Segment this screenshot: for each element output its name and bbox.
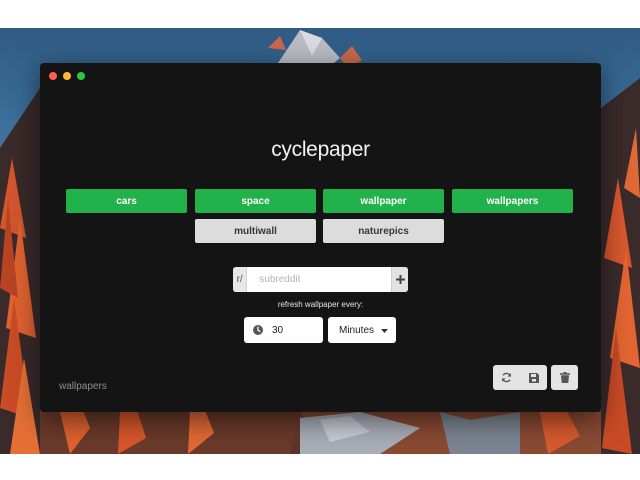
trash-icon — [559, 372, 570, 383]
refresh-label: refresh wallpaper every: — [277, 300, 364, 309]
refresh-button[interactable] — [493, 365, 520, 390]
save-icon — [528, 372, 539, 383]
subreddit-wallpaper-button[interactable]: wallpaper — [323, 189, 444, 213]
current-wallpaper-label: wallpapers — [59, 381, 107, 392]
subreddit-cars-button[interactable]: cars — [66, 189, 187, 213]
plus-icon — [395, 275, 405, 284]
refresh-unit-select[interactable]: Minutes — [328, 317, 396, 343]
subreddit-prefix: r/ — [233, 267, 248, 292]
wallpaper-actions-group — [493, 365, 547, 390]
caret-down-icon — [381, 325, 389, 336]
subreddit-input[interactable] — [247, 267, 392, 292]
window-minimize-button[interactable] — [63, 72, 71, 80]
subreddit-naturepics-button[interactable]: naturepics — [323, 219, 444, 243]
refresh-icon — [502, 372, 511, 383]
clock-icon — [244, 325, 272, 335]
subreddit-wallpapers-button[interactable]: wallpapers — [452, 189, 573, 213]
delete-button[interactable] — [551, 365, 578, 390]
window-close-button[interactable] — [49, 72, 57, 80]
app-window: cyclepaper cars space wallpaper wallpape… — [40, 63, 601, 412]
subreddit-space-button[interactable]: space — [195, 189, 316, 213]
refresh-interval-input[interactable] — [272, 324, 316, 336]
save-button[interactable] — [520, 365, 547, 390]
refresh-interval-group — [244, 317, 323, 343]
subreddit-multiwall-button[interactable]: multiwall — [195, 219, 316, 243]
add-subreddit-group: r/ — [233, 267, 408, 292]
refresh-unit-value: Minutes — [339, 324, 375, 336]
app-title: cyclepaper — [271, 138, 370, 161]
add-subreddit-button[interactable] — [391, 267, 408, 292]
window-maximize-button[interactable] — [77, 72, 85, 80]
